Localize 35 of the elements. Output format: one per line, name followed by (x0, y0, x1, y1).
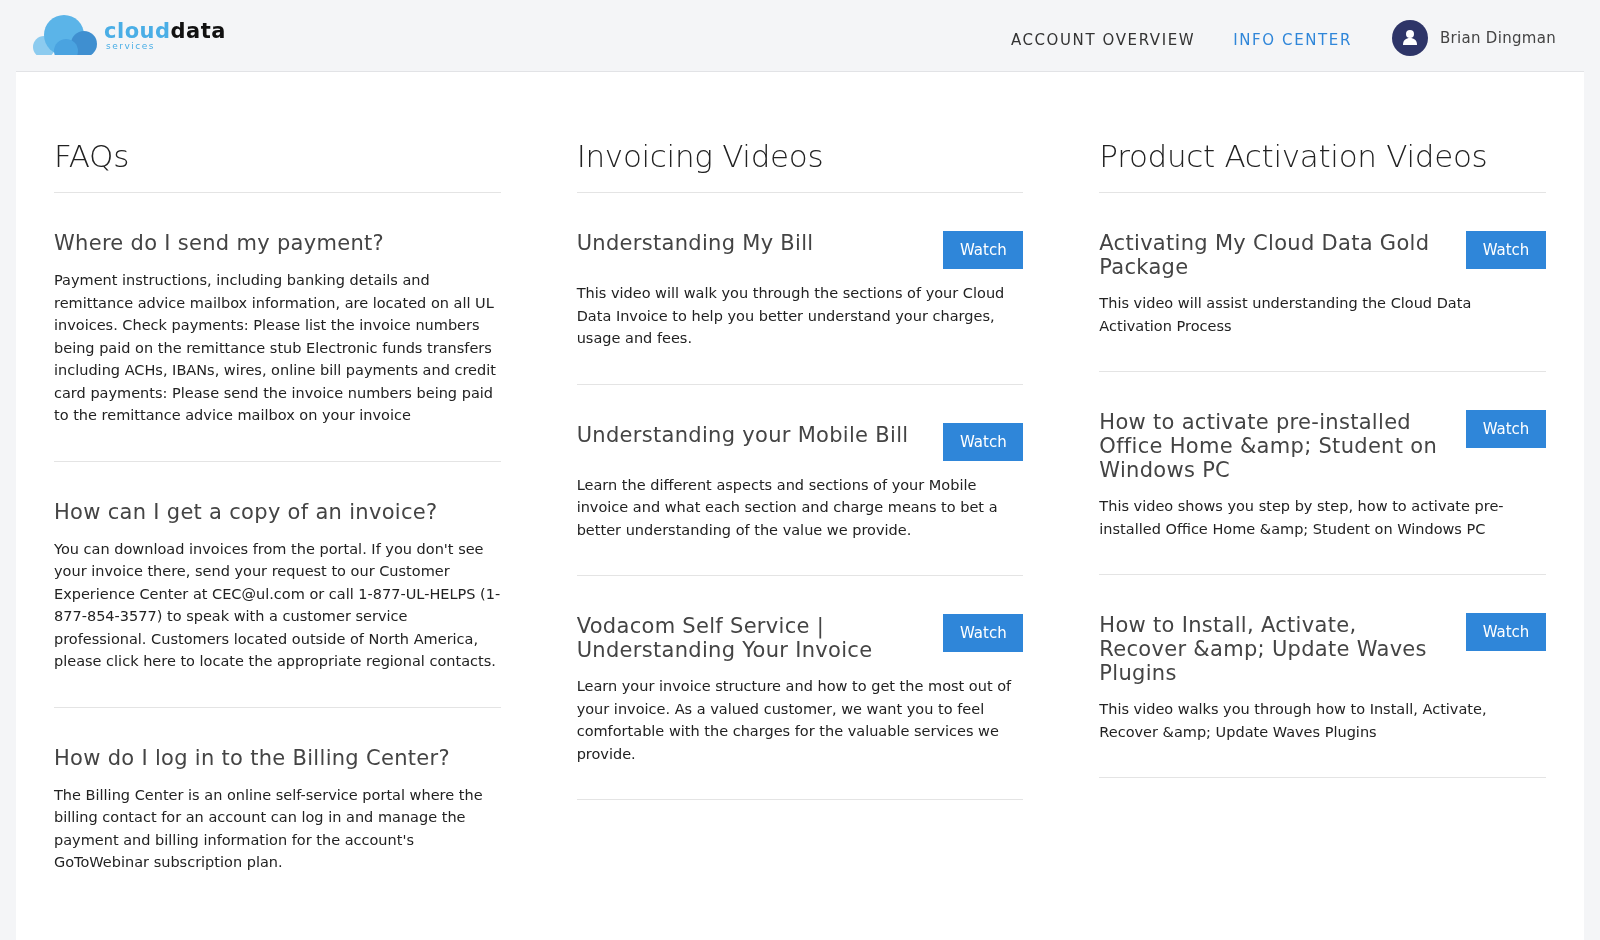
item-title: Understanding My Bill (576, 231, 815, 255)
item-description: This video will walk you through the sections of your Cloud Data Invoice to help you better understand your charges, usage and fees. (576, 284, 1006, 348)
item-description: This video walks you through how to Install, Activate, Recover &amp; Update Waves Plugins (1099, 700, 1488, 742)
watch-button[interactable]: Watch (1466, 410, 1546, 448)
watch-button[interactable]: Watch (1466, 231, 1546, 269)
item-description: The Billing Center is an online self-service portal where the billing contact for an account can log in and manage the payment and billing information for the account's GoToWebinar subscription plan. (54, 785, 484, 872)
item-description: Learn the different aspects and sections of your Mobile invoice and what each section and charge means to bet a better understanding of the value we provide. (576, 475, 999, 540)
item-description: Payment instructions, including banking details and remittance advice mailbox information, are located on all UL invoices. Check payments: Please list the invoice numbers being paid on the remittance stub Electronic funds transfers including ACHs, IBANs, wires, online bill payments and credit card payments: Please send the invoice numbers being paid to the remittance advice mailbox on your invoice (54, 271, 497, 425)
item-title: Understanding your Mobile Bill (576, 422, 910, 447)
item-title: Vodacom Self Service | Understanding Your Invoice (576, 614, 874, 662)
item-description: This video will assist understanding the Cloud Data Activation Process (1099, 294, 1473, 336)
watch-button[interactable]: Watch (943, 231, 1024, 269)
item-title: How to activate pre-installed Office Home &amp; Student on Windows PC (1099, 410, 1438, 482)
cloud-logo-icon (32, 14, 100, 57)
user-name[interactable]: Brian Dingman (1439, 28, 1556, 47)
nav-tab[interactable]: ACCOUNT OVERVIEW (1010, 30, 1196, 49)
logo-text: data (170, 18, 226, 43)
section-title: Invoicing Videos (576, 138, 1024, 193)
watch-button[interactable]: Watch (1466, 613, 1546, 651)
item-description: Learn your invoice structure and how to get the most out of your invoice. As a valued customer, we want you to feel comfortable with the charges for the valuable services we provide. (576, 677, 1013, 764)
item-title: How can I get a copy of an invoice? (54, 499, 439, 524)
nav-tab[interactable]: INFO CENTER (1233, 30, 1352, 49)
item-title: How do I log in to the Billing Center? (54, 745, 451, 770)
item-title: Where do I send my payment? (54, 231, 385, 255)
item-description: You can download invoices from the portal. If you don't see your invoice there, send your request to our Customer Experience Center at CEC@ul.com or call 1-877-UL-HELPS (1-877-854-3577) to speak with a customer service professional. Customers located outside of North America, please click here to locate the appropriate regional contacts. (54, 539, 501, 671)
watch-button[interactable]: Watch (943, 422, 1024, 461)
section-title: FAQs (54, 138, 501, 193)
item-title: How to Install, Activate, Recover &amp; Update Waves Plugins (1099, 613, 1428, 685)
watch-button[interactable]: Watch (943, 614, 1024, 652)
section-title: Product Activation Videos (1099, 138, 1546, 193)
logo-text: cloud (104, 18, 171, 43)
item-description: This video shows you step by step, how to activate pre-installed Office Home &amp; Student on Windows PC (1099, 497, 1505, 539)
user-avatar-icon[interactable] (1391, 19, 1428, 56)
item-title: Activating My Cloud Data Gold Package (1099, 231, 1431, 279)
logo-tagline: services (106, 41, 156, 51)
